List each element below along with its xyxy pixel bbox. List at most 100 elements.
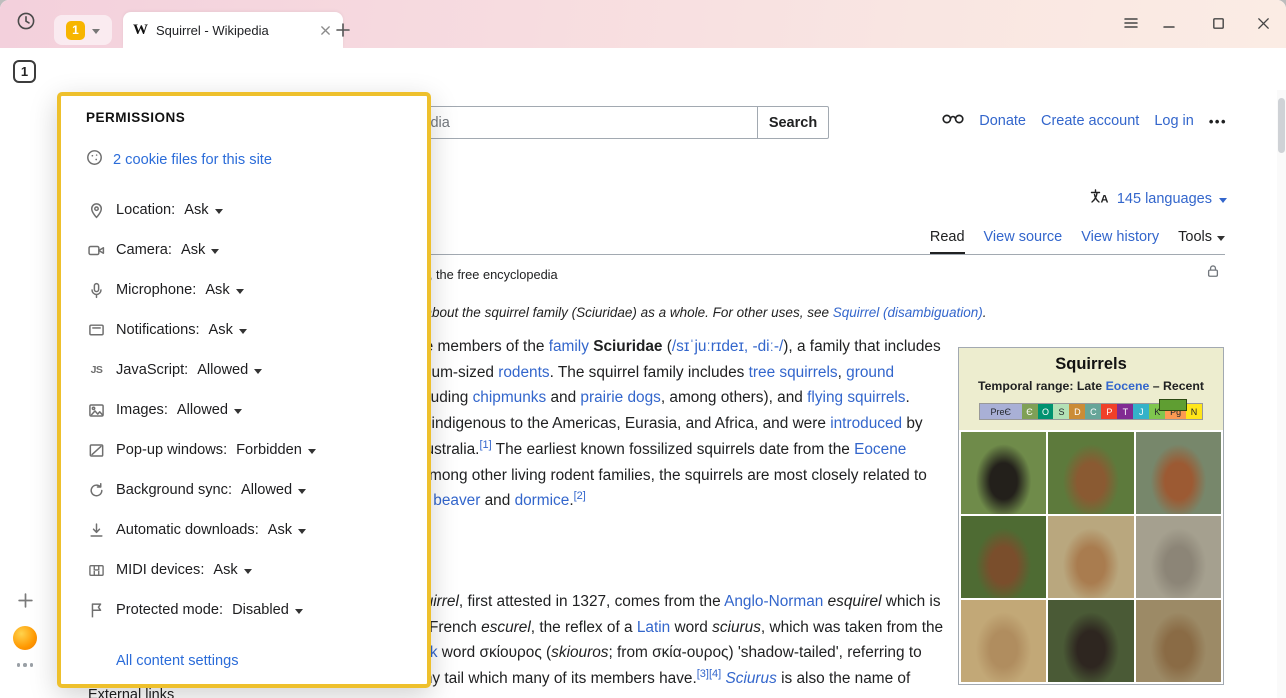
citation-link[interactable]: [1] bbox=[479, 439, 491, 451]
wiki-link[interactable]: Anglo-Norman bbox=[724, 593, 823, 610]
languages-selector[interactable]: A 145 languages bbox=[1090, 189, 1227, 209]
close-button[interactable] bbox=[1250, 10, 1276, 36]
glasses-icon[interactable] bbox=[942, 112, 964, 130]
timeline-period[interactable]: N bbox=[1186, 404, 1202, 419]
wiki-link[interactable]: /sɪˈjuːrɪdeɪ, -diː-/ bbox=[672, 338, 783, 355]
text-segment: , among others), and bbox=[661, 389, 807, 406]
squirrel-photo[interactable] bbox=[1136, 600, 1221, 682]
maximize-button[interactable] bbox=[1205, 10, 1231, 36]
timeline-period[interactable]: PreЄ bbox=[980, 404, 1022, 419]
text-segment: skiouros bbox=[551, 644, 608, 661]
text-segment: Temporal range: Late bbox=[978, 379, 1106, 393]
wiki-link[interactable]: ground bbox=[846, 364, 894, 381]
timeline-period[interactable]: O bbox=[1038, 404, 1054, 419]
timeline-period[interactable]: D bbox=[1069, 404, 1085, 419]
menu-icon[interactable] bbox=[1118, 10, 1144, 36]
text-segment: ( bbox=[663, 338, 672, 355]
wiki-link[interactable]: prairie dogs bbox=[580, 389, 660, 406]
login-link[interactable]: Log in bbox=[1154, 113, 1194, 129]
permission-row: Location: Ask bbox=[86, 190, 417, 230]
sidebar-more-icon[interactable] bbox=[14, 660, 36, 670]
permission-value-dropdown[interactable]: Allowed bbox=[177, 402, 242, 418]
permission-value-dropdown[interactable]: Ask bbox=[213, 562, 251, 578]
permission-value-dropdown[interactable]: Allowed bbox=[197, 362, 262, 378]
wiki-link[interactable]: Squirrel (disambiguation) bbox=[833, 305, 983, 320]
text-segment: sciurus bbox=[712, 619, 761, 636]
timeline-period[interactable]: S bbox=[1053, 404, 1069, 419]
wiki-link[interactable]: tree squirrels bbox=[749, 364, 838, 381]
midi-icon bbox=[86, 562, 107, 579]
text-segment: The earliest known fossilized squirrels … bbox=[492, 441, 854, 458]
wiki-link[interactable]: chipmunks bbox=[473, 389, 547, 406]
wiki-link[interactable]: family bbox=[549, 338, 589, 355]
permission-value-dropdown[interactable]: Ask bbox=[209, 322, 247, 338]
tab-group[interactable]: 1 bbox=[54, 15, 112, 45]
permission-value-dropdown[interactable]: Ask bbox=[184, 202, 222, 218]
permission-value-dropdown[interactable]: Disabled bbox=[232, 602, 303, 618]
geologic-timeline: PreЄЄOSDCPTJKPgN bbox=[979, 403, 1203, 420]
squirrel-photo[interactable] bbox=[1048, 600, 1133, 682]
timeline-period[interactable]: J bbox=[1133, 404, 1149, 419]
wiki-link[interactable]: introduced bbox=[830, 415, 902, 432]
permission-value-dropdown[interactable]: Allowed bbox=[241, 482, 306, 498]
svg-text:A: A bbox=[1100, 194, 1108, 206]
squirrel-photo[interactable] bbox=[961, 432, 1046, 514]
squirrel-photo[interactable] bbox=[1048, 516, 1133, 598]
tab-view-source[interactable]: View source bbox=[984, 229, 1063, 252]
sidebar-tab-group-badge[interactable]: 1 bbox=[13, 60, 36, 83]
page-scrollbar bbox=[1277, 90, 1286, 698]
tab-title: Squirrel - Wikipedia bbox=[156, 23, 317, 38]
sidebar-add-button[interactable] bbox=[14, 589, 36, 611]
tab-tools[interactable]: Tools bbox=[1178, 229, 1225, 252]
permission-value-dropdown[interactable]: Forbidden bbox=[236, 442, 316, 458]
cookie-files-link[interactable]: 2 cookie files for this site bbox=[113, 152, 272, 168]
permission-label: Location: bbox=[116, 202, 175, 218]
wiki-link[interactable]: rodents bbox=[498, 364, 549, 381]
minimize-button[interactable] bbox=[1156, 10, 1182, 36]
user-menu-icon[interactable]: ••• bbox=[1209, 114, 1227, 129]
create-account-link[interactable]: Create account bbox=[1041, 113, 1139, 129]
toc-item-external-links[interactable]: External links bbox=[88, 687, 174, 698]
scrollbar-thumb[interactable] bbox=[1278, 98, 1285, 153]
download-icon bbox=[86, 522, 107, 539]
new-tab-button[interactable] bbox=[330, 17, 356, 43]
text-segment: escurel bbox=[481, 619, 531, 636]
permission-value-dropdown[interactable]: Ask bbox=[205, 282, 243, 298]
squirrel-photo[interactable] bbox=[1136, 516, 1221, 598]
timeline-period[interactable]: Є bbox=[1022, 404, 1038, 419]
timeline-period[interactable]: T bbox=[1117, 404, 1133, 419]
permissions-title: PERMISSIONS bbox=[86, 110, 185, 125]
timeline-period[interactable]: C bbox=[1085, 404, 1101, 419]
browser-tab[interactable]: W Squirrel - Wikipedia bbox=[123, 12, 343, 48]
permission-value-dropdown[interactable]: Ask bbox=[268, 522, 306, 538]
squirrel-photo[interactable] bbox=[961, 600, 1046, 682]
wiki-link[interactable]: Sciurus bbox=[725, 670, 776, 687]
wiki-link[interactable]: dormice bbox=[515, 492, 570, 509]
tab-read[interactable]: Read bbox=[930, 229, 965, 254]
citation-link[interactable]: [3] bbox=[697, 668, 709, 680]
language-icon: A bbox=[1090, 189, 1110, 209]
wiki-link[interactable]: Eocene bbox=[854, 441, 906, 458]
squirrel-photo[interactable] bbox=[1048, 432, 1133, 514]
images-icon bbox=[86, 402, 107, 419]
all-content-settings-link[interactable]: All content settings bbox=[116, 653, 239, 669]
citation-link[interactable]: [2] bbox=[574, 490, 586, 502]
squirrel-photo[interactable] bbox=[1136, 432, 1221, 514]
wiki-link[interactable]: flying squirrels bbox=[807, 389, 905, 406]
permission-label: Background sync: bbox=[116, 482, 232, 498]
page-protection-lock-icon[interactable] bbox=[1206, 264, 1220, 282]
donate-link[interactable]: Donate bbox=[979, 113, 1026, 129]
text-segment: and bbox=[480, 492, 514, 509]
alice-icon[interactable] bbox=[13, 626, 37, 650]
permission-value-dropdown[interactable]: Ask bbox=[181, 242, 219, 258]
wiki-link[interactable]: Latin bbox=[637, 619, 670, 636]
history-clock-icon[interactable] bbox=[14, 9, 38, 33]
chevron-down-icon bbox=[1217, 236, 1225, 241]
tab-view-history[interactable]: View history bbox=[1081, 229, 1159, 252]
wiki-link[interactable]: Eocene bbox=[1106, 379, 1150, 393]
squirrel-photo[interactable] bbox=[961, 516, 1046, 598]
timeline-period[interactable]: P bbox=[1101, 404, 1117, 419]
wikipedia-search-button[interactable]: Search bbox=[757, 106, 829, 139]
citation-link[interactable]: [4] bbox=[709, 668, 721, 680]
permission-label: Protected mode: bbox=[116, 602, 223, 618]
